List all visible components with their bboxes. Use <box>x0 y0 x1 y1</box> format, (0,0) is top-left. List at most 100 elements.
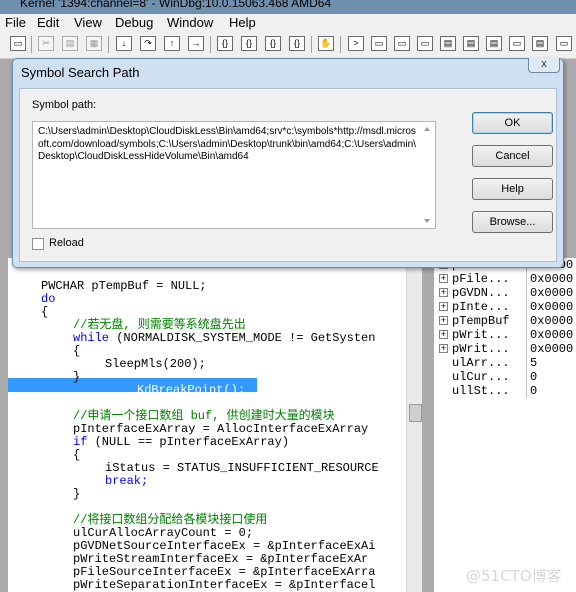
menu-debug[interactable]: Debug <box>115 15 153 30</box>
local-value: 0x0000 <box>530 300 574 314</box>
editor-scroll-thumb[interactable] <box>409 404 422 422</box>
code-line[interactable]: break; <box>105 475 148 488</box>
menu-view[interactable]: View <box>74 15 102 30</box>
code-line[interactable]: } <box>73 371 80 384</box>
copy-icon[interactable]: ▤ <box>62 36 78 51</box>
expand-icon[interactable]: + <box>439 344 448 354</box>
scratch-icon[interactable]: ▭ <box>509 36 525 51</box>
font-icon[interactable]: ▭ <box>556 36 572 51</box>
registers-icon[interactable]: ▭ <box>417 36 433 51</box>
step-over-icon[interactable]: ↷ <box>140 36 156 51</box>
menu-file[interactable]: File <box>5 15 26 30</box>
menu-help[interactable]: Help <box>229 15 256 30</box>
local-value: 5 <box>530 356 538 370</box>
code-line[interactable]: { <box>41 306 48 319</box>
step-into-icon[interactable]: ↓ <box>116 36 132 51</box>
locals-icon[interactable]: ▭ <box>394 36 410 51</box>
help-button[interactable]: Help <box>472 178 553 200</box>
dialog-body: Symbol path: C:\Users\admin\Desktop\Clou… <box>19 88 557 262</box>
command-icon[interactable]: > <box>348 36 364 51</box>
options-icon[interactable]: ▤ <box>532 36 548 51</box>
go-icon[interactable]: {} <box>217 36 233 51</box>
paste-icon[interactable]: ▦ <box>86 36 102 51</box>
locals-row[interactable]: ullSt... 0 <box>434 384 576 398</box>
toolbar: ▭ ✂ ▤ ▦ ↓ ↷ ↑ → {} {} {} {} ✋ > ▭ ▭ ▭ ▤ … <box>0 32 576 59</box>
code-line[interactable]: KdBreakPoint(); <box>137 384 245 397</box>
symbol-path-label: Symbol path: <box>32 99 97 111</box>
locals-row[interactable]: + pWrit... 0x0000 <box>434 342 576 356</box>
locals-row[interactable]: + pWrit... 0x0000 <box>434 328 576 342</box>
callstack-icon[interactable]: ▤ <box>463 36 479 51</box>
local-name: ulArr... <box>452 356 510 370</box>
locals-row[interactable]: ulCur... 0 <box>434 370 576 384</box>
browse-button[interactable]: Browse... <box>472 211 553 233</box>
expand-icon[interactable]: + <box>439 316 448 326</box>
expand-icon[interactable]: + <box>439 288 448 298</box>
window-title: Kernel '1394:channel=8' - WinDbg:10.0.15… <box>20 0 332 10</box>
local-name: ulCur... <box>452 370 510 384</box>
pane-splitter[interactable] <box>422 258 434 592</box>
local-value: 0x0000 <box>530 272 574 286</box>
code-line[interactable]: { <box>73 345 80 358</box>
local-name: ullSt... <box>452 384 510 398</box>
dialog-title: Symbol Search Path <box>21 65 140 80</box>
disassembly-icon[interactable]: ▤ <box>486 36 502 51</box>
menu-bar: File Edit View Debug Window Help <box>0 14 576 32</box>
scroll-down-icon[interactable] <box>424 219 430 223</box>
code-line[interactable]: while (NORMALDISK_SYSTEM_MODE != GetSyst… <box>73 332 375 345</box>
path-scrollbar[interactable] <box>420 122 435 228</box>
local-name: pFile... <box>452 272 510 286</box>
code-line[interactable]: SleepMls(200); <box>105 358 206 371</box>
memory-icon[interactable]: ▤ <box>440 36 456 51</box>
expand-icon[interactable]: + <box>439 274 448 284</box>
local-name: pWrit... <box>452 328 510 342</box>
run-to-cursor-icon[interactable]: → <box>188 36 204 51</box>
local-value: 0x0000 <box>530 314 574 328</box>
locals-row[interactable]: + pInte... 0x0000 <box>434 300 576 314</box>
local-value: 0x0000 <box>530 328 574 342</box>
break-icon[interactable]: {} <box>241 36 257 51</box>
menu-window[interactable]: Window <box>167 15 213 30</box>
cancel-button[interactable]: Cancel <box>472 145 553 167</box>
locals-row[interactable]: + pGVDN... 0x0000 <box>434 286 576 300</box>
local-name: pWrit... <box>452 342 510 356</box>
symbol-path-value[interactable]: C:\Users\admin\Desktop\CloudDiskLess\Bin… <box>38 126 416 164</box>
cut-icon[interactable]: ✂ <box>38 36 54 51</box>
local-name: pTempBuf <box>452 314 510 328</box>
ok-button[interactable]: OK <box>472 112 553 134</box>
run-icon[interactable]: {} <box>289 36 305 51</box>
window-title-bar: Kernel '1394:channel=8' - WinDbg:10.0.15… <box>0 0 576 14</box>
local-value: 0 <box>530 384 538 398</box>
local-name: pGVDN... <box>452 286 510 300</box>
local-value: 0x0000 <box>530 286 574 300</box>
code-line[interactable]: { <box>73 449 80 462</box>
local-value: 0 <box>530 370 538 384</box>
code-line[interactable]: PWCHAR pTempBuf = NULL; <box>41 280 207 293</box>
locals-pane[interactable]: +pCaro...0x0000+pFile...0x0000+pGVDN...0… <box>434 258 576 592</box>
symbol-path-input[interactable]: C:\Users\admin\Desktop\CloudDiskLess\Bin… <box>32 121 436 229</box>
source-editor[interactable]: PWCHAR pTempBuf = NULL; do{//若无盘, 则需要等系统盘… <box>8 258 406 592</box>
symbol-search-path-dialog: Symbol Search Path x Symbol path: C:\Use… <box>12 58 564 268</box>
reload-label: Reload <box>49 237 84 249</box>
watch-icon[interactable]: ▭ <box>371 36 387 51</box>
locals-column-divider[interactable] <box>526 258 527 398</box>
reload-checkbox[interactable] <box>32 238 44 250</box>
restart-icon[interactable]: {} <box>265 36 281 51</box>
code-line[interactable]: } <box>73 488 80 501</box>
code-line[interactable]: if (NULL == pInterfaceExArray) <box>73 436 289 449</box>
scroll-up-icon[interactable] <box>424 127 430 131</box>
close-icon[interactable]: x <box>528 58 560 73</box>
step-out-icon[interactable]: ↑ <box>164 36 180 51</box>
expand-icon[interactable]: + <box>439 330 448 340</box>
local-value: 0x0000 <box>530 342 574 356</box>
locals-row[interactable]: + pFile... 0x0000 <box>434 272 576 286</box>
watermark: @51CTO博客 <box>466 567 562 585</box>
menu-edit[interactable]: Edit <box>37 15 59 30</box>
locals-row[interactable]: + pTempBuf 0x0000 <box>434 314 576 328</box>
local-name: pInte... <box>452 300 510 314</box>
locals-row[interactable]: ulArr... 5 <box>434 356 576 370</box>
hand-icon[interactable]: ✋ <box>318 36 334 51</box>
expand-icon[interactable]: + <box>439 302 448 312</box>
open-icon[interactable]: ▭ <box>10 36 26 51</box>
editor-scrollbar[interactable] <box>406 258 423 592</box>
